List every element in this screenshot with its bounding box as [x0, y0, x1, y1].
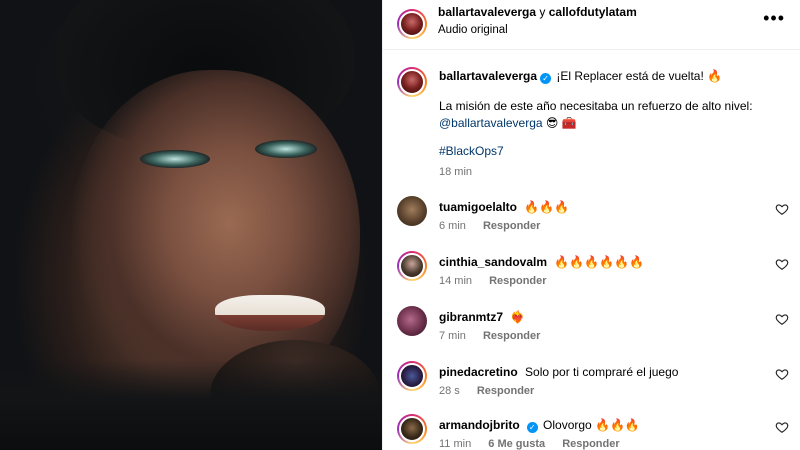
commenter-username[interactable]: pinedacretino — [439, 365, 518, 379]
commenter-avatar[interactable] — [397, 414, 427, 444]
caption-body: La misión de este año necesitaba un refu… — [439, 98, 784, 132]
verified-badge-icon: ✓ — [540, 73, 552, 84]
caption-author-avatar[interactable] — [397, 67, 427, 97]
caption-timestamp: 18 min — [439, 166, 473, 178]
author-avatar[interactable] — [397, 9, 427, 39]
comment-text: ❤️‍🔥 — [510, 310, 526, 324]
commenter-username[interactable]: armandojbrito — [439, 418, 520, 432]
caption-body-text: La misión de este año necesitaba un refu… — [439, 99, 753, 113]
comment-item: tuamigoelalto 🔥🔥🔥 6 min Responder — [383, 196, 800, 246]
comment-line: cinthia_sandovalm 🔥🔥🔥🔥🔥🔥 — [439, 254, 759, 270]
reply-button[interactable]: Responder — [562, 438, 619, 450]
caption-username[interactable]: ballartavaleverga — [439, 69, 537, 83]
post-header: ballartavaleverga y callofdutylatam Audi… — [383, 0, 800, 50]
comment-meta: 14 min Responder — [439, 275, 547, 287]
commenter-avatar[interactable] — [397, 306, 427, 336]
like-heart-icon[interactable] — [775, 312, 789, 326]
collab-connector: y — [539, 5, 546, 19]
like-heart-icon[interactable] — [775, 202, 789, 216]
commenter-avatar[interactable] — [397, 251, 427, 281]
comment-line: armandojbrito ✓ Olovorgo 🔥🔥🔥 — [439, 417, 759, 433]
comment-text: 🔥🔥🔥🔥🔥🔥 — [554, 255, 645, 269]
post-details-panel: ballartavaleverga y callofdutylatam Audi… — [382, 0, 800, 450]
like-heart-icon[interactable] — [775, 257, 789, 271]
reply-button[interactable]: Responder — [483, 330, 540, 342]
comment-meta: 28 s Responder — [439, 385, 534, 397]
audio-link[interactable]: Audio original — [438, 24, 508, 36]
caption-headline: ¡El Replacer está de vuelta! 🔥 — [556, 69, 723, 83]
video-frame-mouth — [215, 295, 325, 331]
comment-time: 14 min — [439, 275, 473, 287]
collab-username-link[interactable]: callofdutylatam — [549, 5, 637, 19]
comment-item: pinedacretino Solo por ti compraré el ju… — [383, 361, 800, 411]
like-heart-icon[interactable] — [775, 420, 789, 434]
reply-button[interactable]: Responder — [483, 220, 540, 232]
video-frame-eye — [140, 150, 210, 168]
comment-line: pinedacretino Solo por ti compraré el ju… — [439, 364, 759, 380]
comment-meta: 11 min 6 Me gusta Responder — [439, 438, 620, 450]
hashtag-link[interactable]: #BlackOps7 — [439, 144, 504, 158]
post-video[interactable] — [0, 0, 382, 450]
comment-item: gibranmtz7 ❤️‍🔥 7 min Responder — [383, 306, 800, 356]
caption-mention-link[interactable]: @ballartavaleverga — [439, 116, 543, 130]
comment-likes-count[interactable]: 6 Me gusta — [488, 438, 545, 450]
comment-line: tuamigoelalto 🔥🔥🔥 — [439, 199, 759, 215]
more-horizontal-icon[interactable]: ••• — [763, 8, 785, 29]
comment-item: cinthia_sandovalm 🔥🔥🔥🔥🔥🔥 14 min Responde… — [383, 251, 800, 301]
comment-text: 🔥🔥🔥 — [524, 200, 570, 214]
comment-item: armandojbrito ✓ Olovorgo 🔥🔥🔥 11 min 6 Me … — [383, 414, 800, 450]
comment-meta: 7 min Responder — [439, 330, 540, 342]
commenter-username[interactable]: tuamigoelalto — [439, 200, 517, 214]
comment-text: Solo por ti compraré el juego — [525, 365, 679, 379]
commenter-avatar[interactable] — [397, 196, 427, 226]
comment-time: 11 min — [439, 438, 472, 450]
video-frame-shoulder — [0, 360, 382, 450]
verified-badge-icon: ✓ — [526, 422, 538, 433]
reply-button[interactable]: Responder — [489, 275, 546, 287]
comment-meta: 6 min Responder — [439, 220, 540, 232]
caption-emojis: 😎 🧰 — [545, 116, 577, 130]
video-frame-eye — [255, 140, 317, 158]
comment-time: 28 s — [439, 385, 460, 397]
like-heart-icon[interactable] — [775, 367, 789, 381]
reply-button[interactable]: Responder — [477, 385, 534, 397]
commenter-username[interactable]: gibranmtz7 — [439, 310, 503, 324]
comment-time: 6 min — [439, 220, 466, 232]
author-names: ballartavaleverga y callofdutylatam — [438, 5, 637, 19]
comment-text: Olovorgo 🔥🔥🔥 — [543, 418, 640, 432]
commenter-avatar[interactable] — [397, 361, 427, 391]
author-username-link[interactable]: ballartavaleverga — [438, 5, 536, 19]
caption-headline-line: ballartavaleverga ✓ ¡El Replacer está de … — [439, 68, 784, 84]
commenter-username[interactable]: cinthia_sandovalm — [439, 255, 547, 269]
comment-line: gibranmtz7 ❤️‍🔥 — [439, 309, 759, 325]
comment-time: 7 min — [439, 330, 466, 342]
